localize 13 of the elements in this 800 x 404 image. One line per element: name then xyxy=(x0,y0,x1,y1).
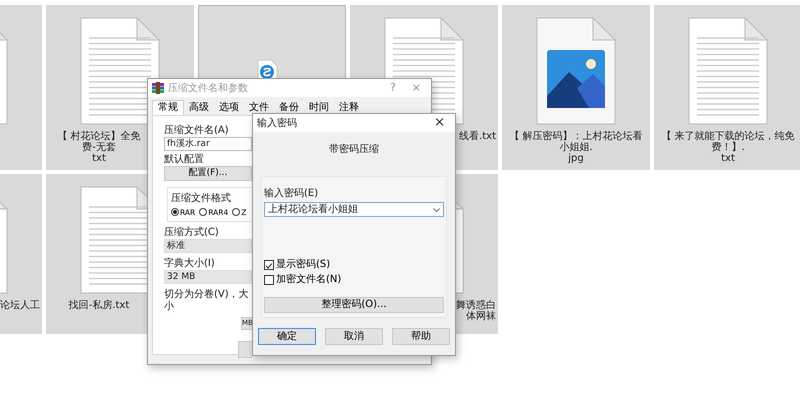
file-name: jpg xyxy=(568,153,584,164)
file-name: 找回-私房.txt xyxy=(68,300,130,311)
field-label: 输入密码(E) xyxy=(264,188,320,200)
file-name: 线看.txt xyxy=(459,131,496,142)
file-name: 舞诱惑白 xyxy=(456,300,496,311)
file-name: txt xyxy=(92,153,106,164)
file-name: 【 来了就能下载的论坛，纯免费！】. xyxy=(660,131,796,153)
window-title: 输入密码 xyxy=(257,116,297,130)
file-name: 【 解压密码】：上村花论坛看小姐姐. xyxy=(508,131,644,153)
dialog-heading: 带密码压缩 xyxy=(329,144,379,155)
file-name: 论坛人工 xyxy=(0,300,40,311)
file-name: 体网袜 xyxy=(466,311,496,322)
file-name: txt xyxy=(721,153,735,164)
